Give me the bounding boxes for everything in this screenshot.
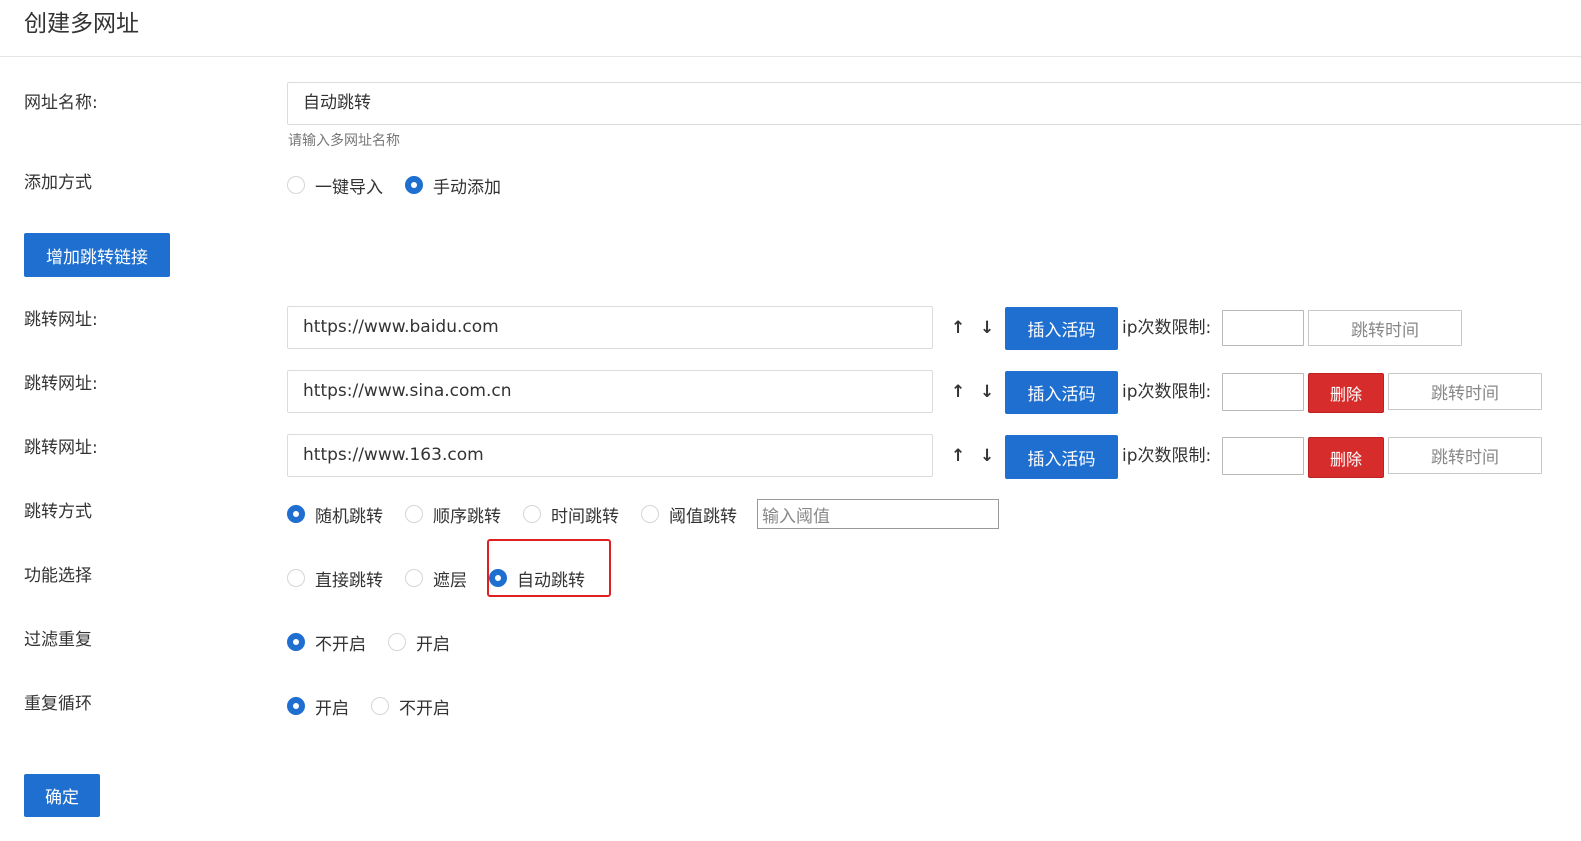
jump-method-option-time[interactable]: 时间跳转 [523, 502, 619, 527]
jump-url-label: 跳转网址: [24, 310, 98, 330]
jump-time-button[interactable]: 跳转时间 [1388, 437, 1542, 474]
repeat-loop-option-off[interactable]: 不开启 [371, 694, 450, 719]
jump-method-option-threshold[interactable]: 阈值跳转 [641, 502, 737, 527]
ip-limit-input[interactable] [1222, 437, 1304, 475]
confirm-button[interactable]: 确定 [24, 774, 100, 817]
insert-code-button[interactable]: 插入活码 [1005, 435, 1118, 479]
repeat-loop-option-on[interactable]: 开启 [287, 694, 349, 719]
function-option-overlay[interactable]: 遮层 [405, 566, 467, 591]
radio-circle-icon [371, 697, 389, 715]
radio-circle-icon [287, 569, 305, 587]
radio-checked-icon [405, 176, 423, 194]
jump-url-label: 跳转网址: [24, 374, 98, 394]
add-method-label: 添加方式 [24, 173, 92, 193]
filter-repeat-option-off[interactable]: 不开启 [287, 630, 366, 655]
filter-repeat-option-on[interactable]: 开启 [388, 630, 450, 655]
repeat-loop-radio-group: 开启 不开启 [287, 692, 472, 720]
radio-circle-icon [405, 569, 423, 587]
radio-circle-icon [287, 176, 305, 194]
ip-limit-label: ip次数限制: [1122, 382, 1212, 402]
highlight-annotation [487, 539, 611, 597]
ip-limit-input[interactable] [1222, 310, 1304, 346]
delete-button[interactable]: 删除 [1308, 373, 1384, 413]
move-up-icon[interactable]: ↑ [951, 446, 965, 466]
radio-circle-icon [405, 505, 423, 523]
radio-checked-icon [287, 633, 305, 651]
add-method-radio-group: 一键导入 手动添加 [287, 171, 523, 199]
jump-method-option-sequential[interactable]: 顺序跳转 [405, 502, 501, 527]
function-label: 功能选择 [24, 566, 92, 586]
jump-url-input[interactable]: https://www.baidu.com [287, 306, 933, 349]
filter-repeat-radio-group: 不开启 开启 [287, 628, 472, 656]
repeat-loop-label: 重复循环 [24, 694, 92, 714]
add-method-option-manual[interactable]: 手动添加 [405, 173, 501, 198]
page-title: 创建多网址 [24, 11, 139, 37]
add-link-button[interactable]: 增加跳转链接 [24, 233, 170, 277]
radio-checked-icon [287, 697, 305, 715]
radio-circle-icon [388, 633, 406, 651]
add-method-option-import[interactable]: 一键导入 [287, 173, 383, 198]
move-up-icon[interactable]: ↑ [951, 382, 965, 402]
function-option-direct[interactable]: 直接跳转 [287, 566, 383, 591]
jump-method-radio-group: 随机跳转 顺序跳转 时间跳转 阈值跳转 [287, 500, 741, 528]
move-up-icon[interactable]: ↑ [951, 318, 965, 338]
jump-method-label: 跳转方式 [24, 502, 92, 522]
ip-limit-label: ip次数限制: [1122, 446, 1212, 466]
jump-url-label: 跳转网址: [24, 438, 98, 458]
radio-circle-icon [641, 505, 659, 523]
move-down-icon[interactable]: ↓ [980, 318, 994, 338]
jump-url-input[interactable]: https://www.sina.com.cn [287, 370, 933, 413]
name-label: 网址名称: [24, 93, 98, 113]
insert-code-button[interactable]: 插入活码 [1005, 371, 1118, 414]
header-divider [0, 56, 1581, 57]
threshold-input[interactable]: 输入阈值 [757, 499, 999, 529]
move-down-icon[interactable]: ↓ [980, 446, 994, 466]
jump-time-button[interactable]: 跳转时间 [1388, 373, 1542, 410]
name-input[interactable]: 自动跳转 [287, 82, 1581, 125]
insert-code-button[interactable]: 插入活码 [1005, 307, 1118, 350]
radio-circle-icon [523, 505, 541, 523]
move-down-icon[interactable]: ↓ [980, 382, 994, 402]
jump-url-input[interactable]: https://www.163.com [287, 434, 933, 477]
delete-button[interactable]: 删除 [1308, 437, 1384, 478]
jump-time-button[interactable]: 跳转时间 [1308, 310, 1462, 346]
jump-method-option-random[interactable]: 随机跳转 [287, 502, 383, 527]
filter-repeat-label: 过滤重复 [24, 630, 92, 650]
ip-limit-label: ip次数限制: [1122, 318, 1212, 338]
radio-checked-icon [287, 505, 305, 523]
ip-limit-input[interactable] [1222, 373, 1304, 411]
name-hint: 请输入多网址名称 [288, 133, 400, 149]
